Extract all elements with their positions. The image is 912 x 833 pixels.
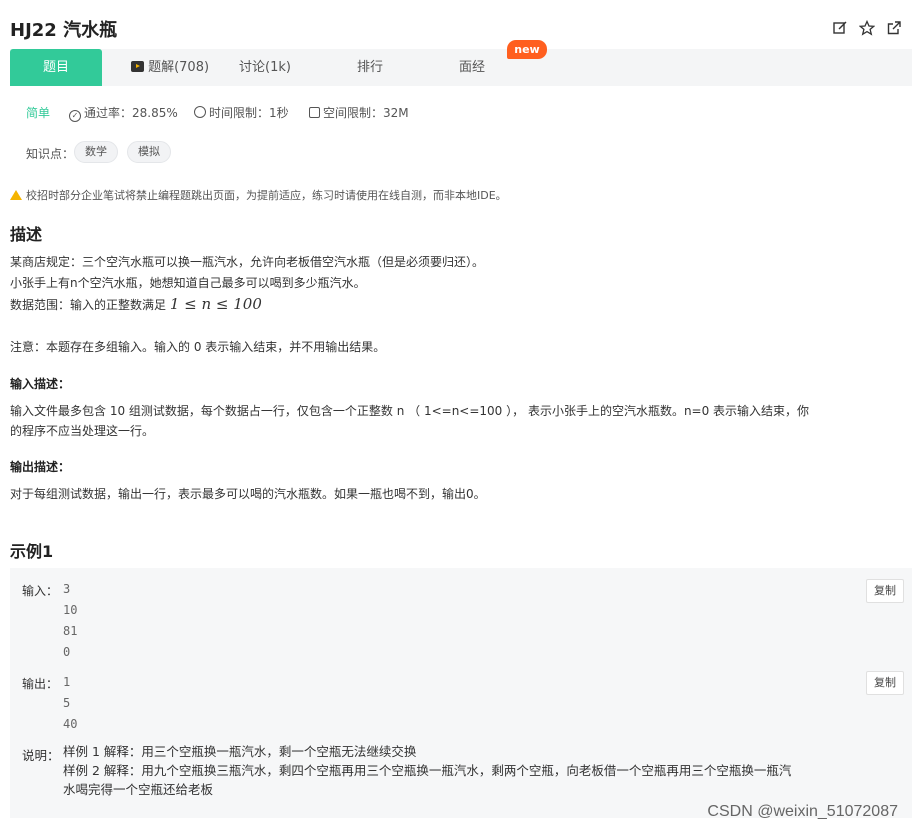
chip-icon bbox=[309, 107, 320, 118]
explain-line-1: 样例 1 解释：用三个空瓶换一瓶汽水，剩一个空瓶无法继续交换 bbox=[63, 744, 417, 759]
example-input-label: 输入： bbox=[22, 584, 59, 598]
tab-solutions-label: 题解(708) bbox=[148, 60, 210, 75]
input-desc-line-2: 的程序不应当处理这一行。 bbox=[10, 424, 155, 438]
tag-simulation[interactable]: 模拟 bbox=[127, 141, 171, 163]
example-input-line: 3 bbox=[63, 582, 71, 596]
tab-problem[interactable]: 题目 bbox=[10, 49, 102, 86]
share-icon[interactable] bbox=[886, 20, 902, 36]
pass-rate: ✓ 通过率：28.85% bbox=[69, 104, 178, 122]
difficulty-label: 简单 bbox=[26, 106, 51, 120]
warning-icon bbox=[10, 190, 22, 200]
example-output-line: 1 bbox=[63, 675, 71, 689]
new-badge: new bbox=[507, 40, 547, 59]
description-line-1: 某商店规定：三个空汽水瓶可以换一瓶汽水，允许向老板借空汽水瓶（但是必须要归还）。 bbox=[10, 255, 485, 269]
tab-discussion[interactable]: 讨论(1k) bbox=[225, 49, 305, 86]
example-output-label: 输出： bbox=[22, 677, 59, 691]
video-icon bbox=[130, 61, 144, 72]
tab-bar: 题目 题解(708) 讨论(1k) 排行 面经 bbox=[10, 49, 912, 86]
example-heading: 示例1 bbox=[10, 542, 54, 561]
knowledge-label: 知识点： bbox=[26, 147, 75, 161]
copy-input-button[interactable]: 复制 bbox=[866, 579, 904, 603]
copy-output-button[interactable]: 复制 bbox=[866, 671, 904, 695]
csdn-watermark: CSDN @weixin_51072087 bbox=[707, 803, 898, 820]
star-icon[interactable] bbox=[858, 19, 876, 36]
time-limit-text: 时间限制：1秒 bbox=[209, 106, 289, 120]
tag-math[interactable]: 数学 bbox=[74, 141, 118, 163]
time-limit: 时间限制：1秒 bbox=[194, 104, 289, 121]
space-limit: 空间限制：32M bbox=[309, 104, 409, 121]
explain-line-3: 水喝完得一个空瓶还给老板 bbox=[63, 782, 214, 797]
description-line-2: 小张手上有n个空汽水瓶，她想知道自己最多可以喝到多少瓶汽水。 bbox=[10, 276, 366, 290]
example-input-line: 10 bbox=[63, 603, 78, 617]
tab-solutions[interactable]: 题解(708) bbox=[120, 49, 220, 86]
example-output-block[interactable]: 1 5 40 bbox=[63, 672, 77, 735]
output-desc-heading: 输出描述： bbox=[10, 460, 71, 474]
pass-rate-text: 通过率：28.85% bbox=[84, 106, 178, 120]
tab-ranking[interactable]: 排行 bbox=[340, 49, 400, 86]
example-input-line: 81 bbox=[63, 624, 78, 638]
output-desc-text: 对于每组测试数据，输出一行，表示最多可以喝的汽水瓶数。如果一瓶也喝不到，输出0。 bbox=[10, 487, 486, 501]
edit-icon[interactable] bbox=[832, 20, 848, 36]
description-line-3: 数据范围：输入的正整数满足 1 ≤ n ≤ 100 bbox=[10, 295, 262, 315]
input-desc-line-1: 输入文件最多包含 10 组测试数据，每个数据占一行，仅包含一个正整数 n （ 1… bbox=[10, 404, 810, 418]
warning-notice: 校招时部分企业笔试将禁止编程题跳出页面，为提前适应，练习时请使用在线自测，而非本… bbox=[10, 187, 507, 203]
description-heading: 描述 bbox=[10, 225, 43, 244]
clock-icon bbox=[194, 106, 206, 118]
multi-input-note: 注意：本题存在多组输入。输入的 0 表示输入结束，并不用输出结果。 bbox=[10, 340, 386, 354]
explain-line-2: 样例 2 解释：用九个空瓶换三瓶汽水，剩四个空瓶再用三个空瓶换一瓶汽水，剩两个空… bbox=[63, 763, 792, 778]
example-explain-label: 说明： bbox=[22, 748, 60, 763]
example-output-line: 40 bbox=[63, 717, 78, 731]
input-desc-heading: 输入描述： bbox=[10, 377, 71, 391]
range-formula: 1 ≤ n ≤ 100 bbox=[169, 295, 262, 313]
example-input-block[interactable]: 3 10 81 0 bbox=[63, 579, 77, 663]
check-circle-icon: ✓ bbox=[69, 110, 81, 122]
space-limit-text: 空间限制：32M bbox=[323, 106, 409, 120]
example-output-line: 5 bbox=[63, 696, 71, 710]
example-input-line: 0 bbox=[63, 645, 71, 659]
tab-interview[interactable]: 面经 bbox=[442, 49, 502, 86]
example-explanation: 样例 1 解释：用三个空瓶换一瓶汽水，剩一个空瓶无法继续交换 样例 2 解释：用… bbox=[63, 742, 903, 799]
page-title: HJ22 汽水瓶 bbox=[10, 20, 118, 41]
example-box: 输入： 3 10 81 0 复制 输出： 1 5 40 复制 说明： 样例 1 … bbox=[10, 568, 912, 818]
range-text: 数据范围：输入的正整数满足 bbox=[10, 298, 167, 312]
warning-text: 校招时部分企业笔试将禁止编程题跳出页面，为提前适应，练习时请使用在线自测，而非本… bbox=[26, 189, 507, 202]
